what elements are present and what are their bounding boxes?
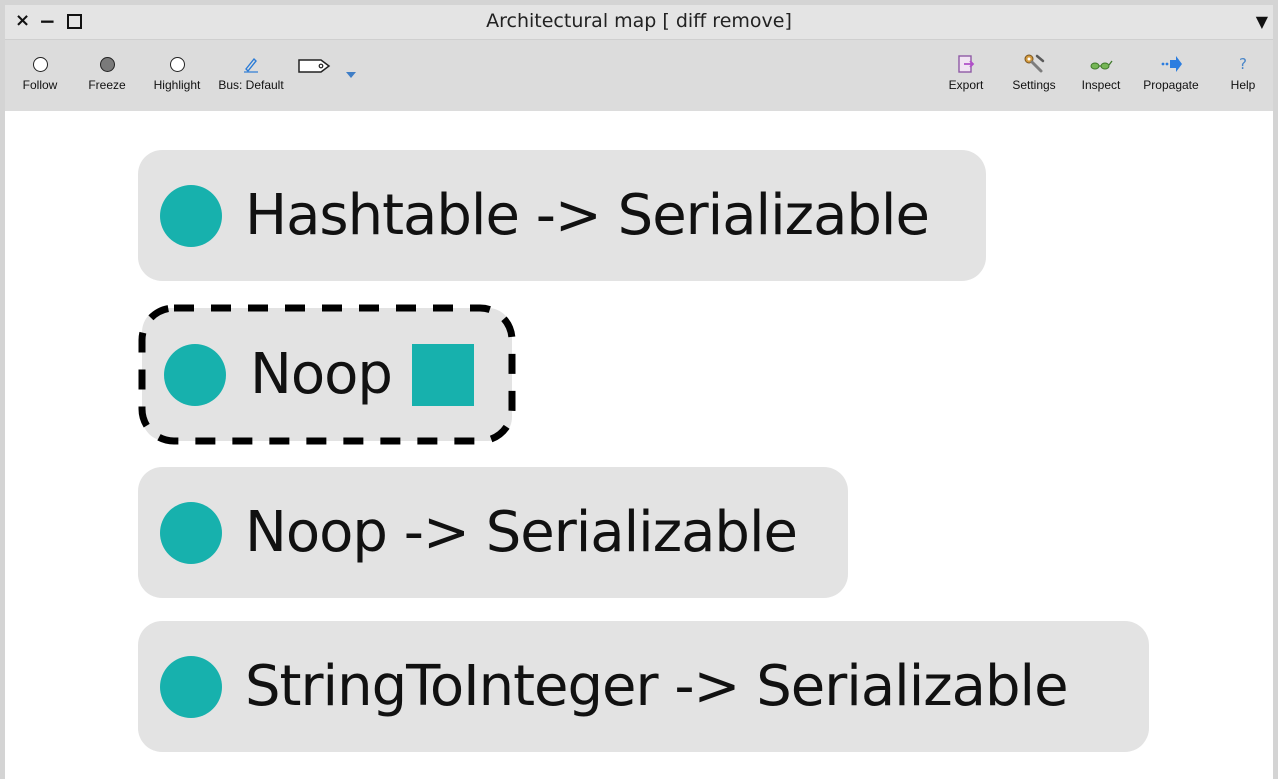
inspect-label: Inspect [1081, 78, 1121, 92]
wrench-icon [1024, 54, 1045, 73]
export-label: Export [948, 78, 984, 92]
inspect-button[interactable]: Inspect [1077, 52, 1125, 92]
node-dot [160, 501, 222, 564]
bus-button[interactable]: Bus: Default [213, 52, 289, 92]
glasses-icon [1090, 60, 1113, 70]
window-title: Architectural map [ diff remove] [486, 10, 792, 32]
node-dot [160, 655, 222, 718]
help-label: Help [1230, 78, 1256, 92]
node-dot [160, 184, 222, 247]
follow-label: Follow [22, 78, 58, 92]
help-button[interactable]: ? Help [1223, 52, 1263, 92]
title-bar: × − Architectural map [ diff remove] ▼ [5, 5, 1273, 40]
radio-empty-icon [169, 56, 185, 72]
chevron-down-icon [346, 72, 356, 78]
highlight-button[interactable]: Highlight [147, 52, 207, 92]
window-menu-button[interactable]: ▼ [1256, 12, 1268, 31]
highlight-label: Highlight [153, 78, 201, 92]
freeze-label: Freeze [88, 78, 126, 92]
arrow-right-icon [1161, 56, 1182, 72]
node-label: Noop -> Serializable [245, 500, 798, 565]
map-canvas[interactable]: Hashtable -> Serializable Noop Noop -> S… [5, 111, 1273, 779]
help-icon: ? [1239, 55, 1247, 73]
node-noop-serializable[interactable]: Noop -> Serializable [138, 467, 848, 598]
export-icon [958, 55, 975, 73]
selection-outline [138, 304, 516, 445]
node-hashtable-serializable[interactable]: Hashtable -> Serializable [138, 150, 986, 281]
settings-button[interactable]: Settings [1007, 52, 1061, 92]
radio-empty-icon [32, 56, 48, 72]
architectural-map-window: × − Architectural map [ diff remove] ▼ F… [5, 5, 1273, 779]
bus-label: Bus: Default [218, 78, 284, 92]
node-label: StringToInteger -> Serializable [245, 654, 1069, 719]
pencil-icon [244, 57, 258, 73]
propagate-label: Propagate [1143, 78, 1199, 92]
settings-label: Settings [1012, 78, 1056, 92]
propagate-button[interactable]: Propagate [1139, 52, 1203, 92]
tag-dropdown-button[interactable] [297, 54, 363, 78]
node-stringtointeger-serializable[interactable]: StringToInteger -> Serializable [138, 621, 1149, 752]
export-button[interactable]: Export [943, 52, 989, 92]
radio-filled-icon [99, 56, 115, 72]
tag-icon [298, 59, 331, 73]
node-label: Hashtable -> Serializable [245, 183, 930, 248]
freeze-button[interactable]: Freeze [85, 52, 129, 92]
follow-button[interactable]: Follow [18, 52, 62, 92]
toolbar: Follow Freeze Highlight Bus: Default Exp… [5, 40, 1273, 111]
